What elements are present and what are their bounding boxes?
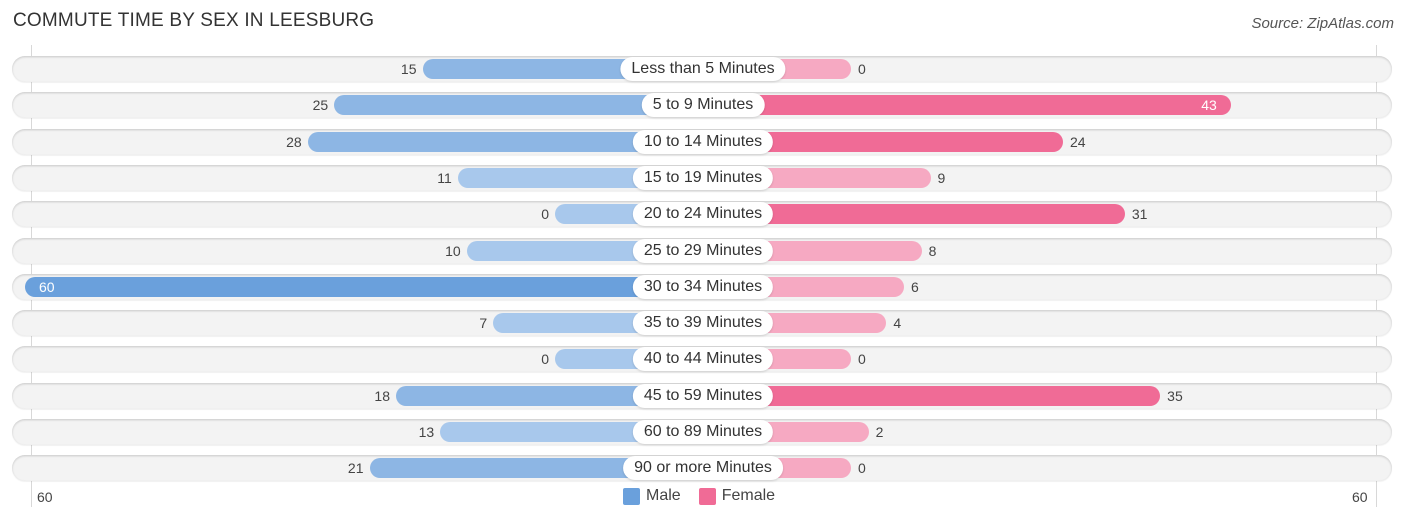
value-label-female: 2: [875, 424, 884, 440]
legend-swatch-female: [698, 487, 716, 505]
legend-swatch-male: [623, 487, 640, 505]
axis-label-left: 60: [37, 489, 53, 505]
bar-male[interactable]: [25, 276, 703, 297]
category-label: 25 to 29 Minutes: [632, 238, 774, 263]
bar-female[interactable]: [703, 95, 1231, 116]
category-label: 35 to 39 Minutes: [632, 311, 774, 336]
value-label-female: 0: [858, 61, 866, 77]
category-label: 60 to 89 Minutes: [632, 420, 774, 444]
value-label-male: 28: [286, 133, 302, 150]
value-label-male: 10: [445, 242, 461, 259]
value-label-female: 4: [893, 315, 902, 332]
value-label-male: 0: [541, 206, 549, 223]
legend-item-male[interactable]: Male: [623, 487, 681, 505]
value-label-female: 0: [858, 351, 866, 368]
value-label-female: 35: [1167, 387, 1183, 404]
value-label-female: 6: [911, 278, 919, 295]
category-label: Less than 5 Minutes: [620, 57, 786, 81]
value-label-female: 31: [1131, 206, 1148, 223]
legend-item-female[interactable]: Female: [698, 487, 776, 505]
value-label-female: 8: [928, 242, 937, 259]
legend-label-male: Male: [646, 487, 681, 504]
value-label-male: 13: [418, 424, 435, 440]
value-label-female: 24: [1070, 133, 1086, 150]
value-label-male: 11: [437, 169, 452, 186]
value-label-male: 18: [374, 387, 390, 404]
value-label-female: 9: [937, 169, 946, 186]
category-label: 15 to 19 Minutes: [632, 165, 774, 190]
value-label-male: 7: [479, 315, 488, 332]
legend: Male Female: [623, 487, 785, 505]
value-label-female: 0: [858, 460, 866, 477]
category-label: 30 to 34 Minutes: [632, 274, 774, 299]
category-label: 40 to 44 Minutes: [632, 347, 774, 372]
value-label-male: 60: [39, 278, 55, 295]
value-label-male: 15: [400, 61, 417, 77]
axis-label-right: 60: [1352, 489, 1368, 505]
category-label: 5 to 9 Minutes: [641, 93, 765, 118]
value-label-female: 43: [1201, 97, 1217, 114]
category-label: 45 to 59 Minutes: [632, 383, 774, 408]
value-label-male: 0: [541, 351, 549, 368]
legend-label-female: Female: [721, 487, 776, 504]
category-label: 10 to 14 Minutes: [632, 129, 774, 154]
category-label: 20 to 24 Minutes: [632, 202, 774, 227]
value-label-male: 25: [312, 97, 329, 114]
value-label-male: 21: [347, 460, 364, 477]
category-label: 90 or more Minutes: [623, 456, 783, 481]
chart-rows: 15 0 Less than 5 Minutes 25 43 5 to 9 Minutes…: [0, 0, 1406, 523]
